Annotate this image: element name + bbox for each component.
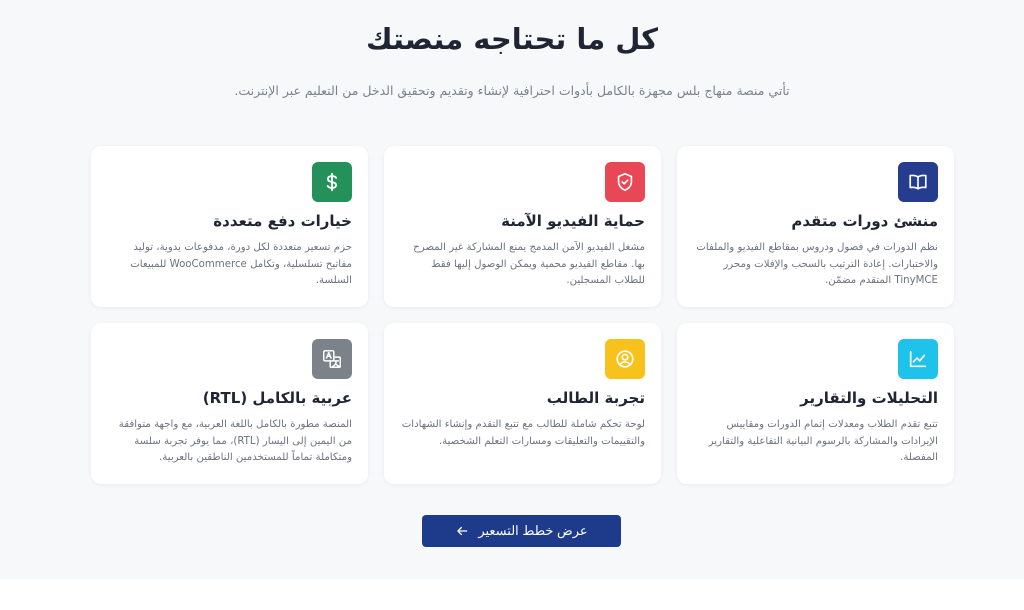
feature-card-arabic-rtl: عربية بالكامل (RTL) المنصة مطورة بالكامل… (91, 323, 368, 484)
feature-title: حماية الفيديو الآمنة (501, 212, 645, 230)
features-section: كل ما تحتاجه منصتك تأتي منصة منهاج بلس م… (0, 0, 1024, 579)
feature-title: منشئ دورات متقدم (791, 212, 938, 230)
feature-card-student-experience: تجربة الطالب لوحة تحكم شاملة للطالب مع ت… (384, 323, 661, 484)
feature-description: نظم الدورات في فصول ودروس بمقاطع الفيديو… (696, 242, 938, 286)
view-pricing-button[interactable]: عرض خطط التسعير (422, 515, 621, 547)
view-pricing-label: عرض خطط التسعير (478, 523, 588, 538)
feature-card-analytics: التحليلات والتقارير تتبع تقدم الطلاب ومع… (677, 323, 954, 484)
feature-description: تتبع تقدم الطلاب ومعدلات إتمام الدورات و… (708, 419, 938, 463)
section-subtitle: تأتي منصة منهاج بلس مجهزة بالكامل بأدوات… (234, 83, 790, 98)
feature-card-payment-options: خيارات دفع متعددة حزم تسعير متعددة لكل د… (91, 146, 368, 307)
feature-description: حزم تسعير متعددة لكل دورة، مدفوعات يدوية… (130, 242, 352, 286)
chart-icon (898, 339, 938, 379)
dollar-icon (312, 162, 352, 202)
user-circle-icon (605, 339, 645, 379)
features-grid: منشئ دورات متقدم نظم الدورات في فصول ودر… (90, 146, 954, 484)
translate-icon (312, 339, 352, 379)
book-icon (898, 162, 938, 202)
section-title: كل ما تحتاجه منصتك (365, 22, 659, 56)
feature-title: عربية بالكامل (RTL) (202, 389, 352, 407)
feature-card-course-builder: منشئ دورات متقدم نظم الدورات في فصول ودر… (677, 146, 954, 307)
feature-title: تجربة الطالب (546, 389, 645, 407)
feature-title: التحليلات والتقارير (800, 389, 938, 407)
feature-description: المنصة مطورة بالكامل باللغة العربية، مع … (118, 419, 352, 463)
feature-description: مشغل الفيديو الآمن المدمج يمنع المشاركة … (413, 242, 645, 286)
feature-description: لوحة تحكم شاملة للطالب مع تتبع التقدم وإ… (401, 419, 645, 447)
shield-icon (605, 162, 645, 202)
feature-title: خيارات دفع متعددة (213, 212, 352, 230)
feature-card-video-protection: حماية الفيديو الآمنة مشغل الفيديو الآمن … (384, 146, 661, 307)
arrow-left-icon (457, 526, 468, 536)
